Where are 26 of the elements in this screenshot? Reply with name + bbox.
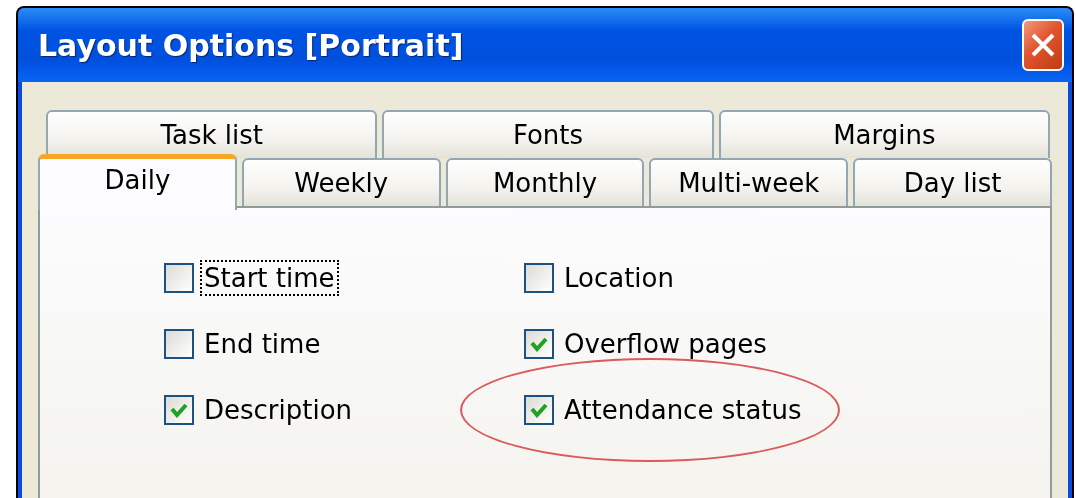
checkbox-label[interactable]: Overflow pages	[560, 326, 771, 362]
checkbox-label[interactable]: Attendance status	[560, 392, 806, 428]
tab[interactable]: Day list	[853, 158, 1052, 206]
checkbox-label[interactable]: Location	[560, 260, 678, 296]
checkbox[interactable]	[524, 329, 554, 359]
close-button[interactable]	[1022, 19, 1064, 71]
check-icon	[530, 402, 548, 418]
tab[interactable]: Weekly	[241, 158, 441, 206]
window-title: Layout Options [Portrait]	[38, 27, 464, 63]
checkbox-label[interactable]: Start time	[200, 260, 339, 296]
tab[interactable]: Monthly	[445, 158, 645, 206]
checkbox-label[interactable]: Description	[200, 392, 357, 428]
tab[interactable]: Margins	[718, 110, 1050, 158]
tab[interactable]: Task list	[46, 110, 378, 158]
checkbox[interactable]	[524, 395, 554, 425]
check-icon	[530, 336, 548, 352]
close-icon	[1030, 32, 1056, 58]
checkbox[interactable]	[164, 263, 194, 293]
check-icon	[170, 402, 188, 418]
checkbox[interactable]	[524, 263, 554, 293]
checkbox[interactable]	[164, 329, 194, 359]
tab[interactable]: Fonts	[382, 110, 714, 158]
checkbox[interactable]	[164, 395, 194, 425]
tab[interactable]: Daily	[38, 154, 237, 210]
tab[interactable]: Multi-week	[649, 158, 849, 206]
checkbox-label[interactable]: End time	[200, 326, 325, 362]
